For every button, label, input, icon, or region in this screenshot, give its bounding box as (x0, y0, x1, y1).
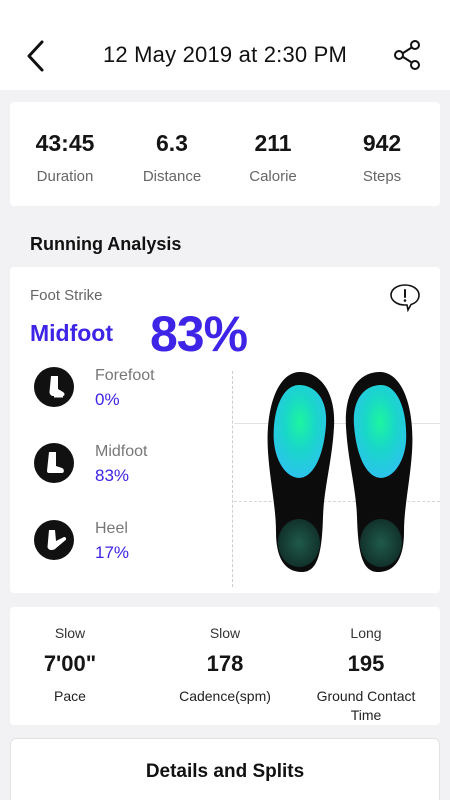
stat-label: Calorie (249, 168, 297, 185)
midfoot-icon (34, 443, 74, 483)
summary-card: 43:45 Duration 6.3 Distance 211 Calorie … (10, 102, 440, 206)
metric-ground-contact-time: Long 195 Ground Contact Time (306, 625, 426, 725)
metric-label: Pace (54, 688, 86, 704)
strike-row-forefoot: Forefoot 0% (34, 367, 224, 427)
details-label: Details and Splits (145, 761, 305, 782)
metric-label: Ground Contact Time (316, 688, 416, 723)
running-analysis-card: Foot Strike Midfoot 83% Forefoot 0% Midf… (10, 267, 440, 593)
chevron-left-icon (27, 40, 44, 72)
divider (232, 371, 233, 587)
metric-rating: Slow (54, 625, 86, 641)
share-button[interactable] (390, 38, 424, 72)
metric-cadence: Slow 178 Cadence(spm) (155, 625, 295, 706)
strike-value: 0% (95, 390, 120, 409)
stat-value: 942 (362, 130, 402, 156)
stat-duration: 43:45 Duration (10, 130, 120, 185)
foot-strike-type: Midfoot (30, 320, 114, 346)
strike-value: 17% (95, 543, 130, 562)
footprint-heatmap (267, 372, 413, 572)
stat-distance: 6.3 Distance (117, 130, 227, 185)
stat-label: Steps (362, 168, 402, 185)
details-and-splits-button[interactable]: Details and Splits (10, 738, 440, 800)
foot-strike-label: Foot Strike (30, 287, 103, 304)
stat-label: Distance (142, 168, 202, 185)
strike-value: 83% (95, 466, 130, 485)
stat-steps: 942 Steps (327, 130, 437, 185)
strike-row-midfoot: Midfoot 83% (34, 443, 224, 503)
page-title: 12 May 2019 at 2:30 PM (102, 42, 348, 67)
stat-value: 211 (254, 130, 292, 156)
back-button[interactable] (22, 36, 52, 76)
metric-label: Cadence(spm) (179, 688, 271, 704)
strike-row-heel: Heel 17% (34, 520, 224, 580)
stat-value: 43:45 (35, 130, 95, 156)
strike-name: Forefoot (95, 367, 155, 384)
right-foot-icon (345, 372, 413, 572)
metric-rating: Slow (209, 625, 241, 641)
forefoot-icon (34, 367, 74, 407)
stat-value: 6.3 (156, 130, 188, 156)
top-bar: 12 May 2019 at 2:30 PM (0, 0, 450, 90)
foot-strike-percent: 83% (150, 306, 248, 362)
heel-icon (34, 520, 74, 560)
metric-rating: Long (350, 625, 382, 641)
left-foot-icon (267, 372, 335, 572)
metric-pace: Slow 7'00" Pace (10, 625, 130, 706)
share-icon (394, 40, 420, 70)
stat-calorie: 211 Calorie (218, 130, 328, 185)
strike-name: Heel (95, 520, 128, 537)
stat-label: Duration (36, 168, 94, 185)
metrics-card: Slow 7'00" Pace Slow 178 Cadence(spm) Lo… (10, 607, 440, 725)
info-button[interactable] (388, 282, 422, 313)
metric-value: 195 (347, 651, 385, 676)
info-bubble-icon (390, 284, 420, 313)
metric-value: 7'00" (43, 651, 97, 676)
section-title-running-analysis: Running Analysis (30, 234, 182, 254)
strike-name: Midfoot (95, 443, 148, 460)
metric-value: 178 (206, 651, 244, 676)
